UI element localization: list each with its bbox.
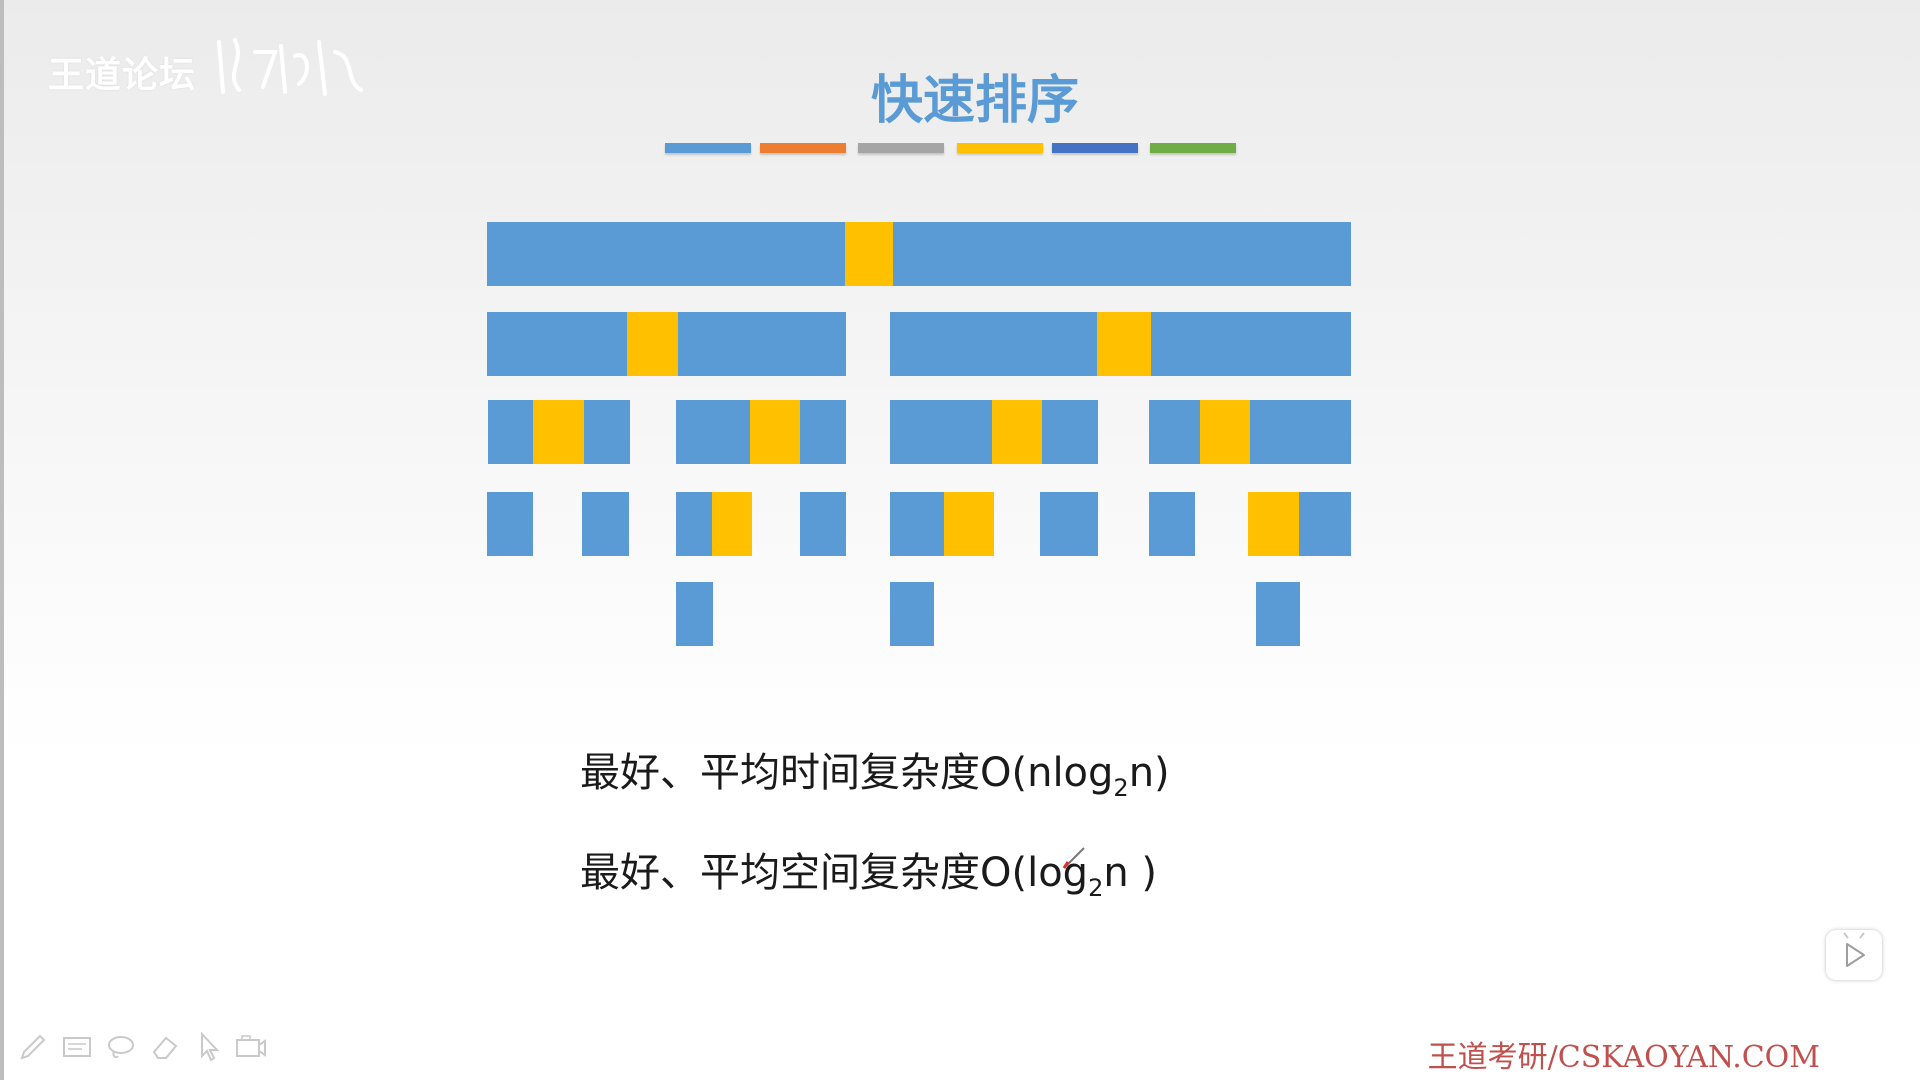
window-edge xyxy=(0,0,4,1080)
accent-bar-green xyxy=(1150,143,1236,153)
time-complexity-log-base: 2 xyxy=(1113,774,1129,802)
pivot-element xyxy=(992,400,1042,464)
camera-icon[interactable] xyxy=(234,1030,268,1064)
slide-title: 快速排序 xyxy=(870,71,1079,131)
time-complexity-formula: 最好、平均时间复杂度O(nlog2n) xyxy=(580,740,1170,802)
space-complexity-suffix: n ) xyxy=(1103,850,1158,896)
accent-bar-gold xyxy=(957,143,1043,153)
pivot-element xyxy=(627,312,678,376)
footer-url: 王道考研/CSKAOYAN.COM xyxy=(1427,1040,1820,1075)
pointer-icon[interactable] xyxy=(192,1030,226,1064)
time-complexity-suffix: n) xyxy=(1128,750,1170,796)
lasso-icon[interactable] xyxy=(104,1030,138,1064)
pivot-element xyxy=(944,492,994,556)
pivot-element xyxy=(712,492,752,556)
accent-bar-orange xyxy=(760,143,846,153)
pivot-element xyxy=(1097,312,1151,376)
partition-segment xyxy=(1149,492,1195,556)
pen-cursor-icon xyxy=(1062,847,1085,869)
play-button[interactable] xyxy=(1826,930,1882,980)
pivot-element xyxy=(1200,400,1250,464)
space-complexity-text: 最好、平均空间复杂度O(log xyxy=(580,850,1089,896)
accent-bar-gray xyxy=(858,143,944,153)
partition-segment xyxy=(1256,582,1300,646)
space-complexity-log-base: 2 xyxy=(1088,874,1104,902)
partition-segment xyxy=(800,492,846,556)
pivot-element xyxy=(1248,492,1299,556)
partition-segment xyxy=(582,492,629,556)
pivot-element xyxy=(750,400,800,464)
eraser-icon[interactable] xyxy=(148,1030,182,1064)
slide: 王道论坛 快速排序 最好、平均时间复杂度O(nlog2n) 最好、平均空间复杂度… xyxy=(0,0,1920,1080)
partition-segment xyxy=(487,492,533,556)
pivot-element xyxy=(845,222,893,286)
play-icon xyxy=(1843,932,1865,967)
partition-segment xyxy=(1040,492,1098,556)
partition-segment xyxy=(676,582,713,646)
pivot-element xyxy=(533,400,584,464)
partition-segment xyxy=(1149,400,1351,464)
whiteboard-icon[interactable] xyxy=(60,1030,94,1064)
pen-icon[interactable] xyxy=(16,1030,50,1064)
accent-bar-blue xyxy=(665,143,751,153)
partition-segment xyxy=(890,582,934,646)
accent-bar-darkblue xyxy=(1052,143,1138,153)
partition-segment xyxy=(487,222,1351,286)
time-complexity-text: 最好、平均时间复杂度O(nlog xyxy=(580,750,1114,796)
